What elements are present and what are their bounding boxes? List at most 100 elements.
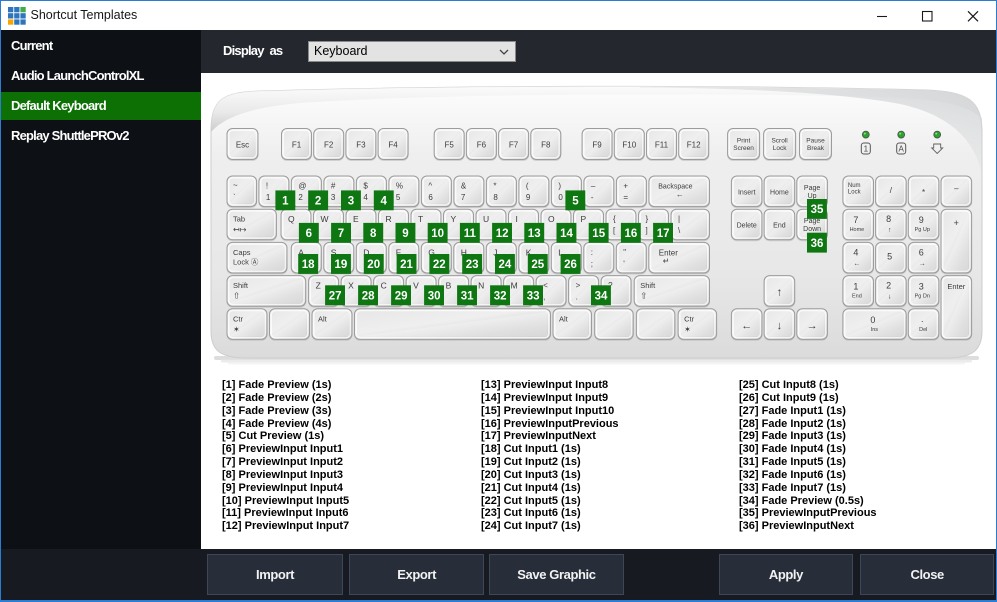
svg-text:–: – xyxy=(954,184,959,193)
svg-text:16: 16 xyxy=(625,228,638,240)
svg-text:Lock: Lock xyxy=(848,190,862,196)
svg-text:N: N xyxy=(478,281,484,291)
svg-text:+: + xyxy=(954,218,959,228)
svg-text:Down: Down xyxy=(803,226,821,233)
svg-text:↑: ↑ xyxy=(888,227,892,234)
svg-text:F7: F7 xyxy=(509,141,519,150)
svg-text:11: 11 xyxy=(464,228,477,240)
svg-text:4: 4 xyxy=(853,247,858,257)
svg-text:✶: ✶ xyxy=(684,325,691,334)
svg-text:M: M xyxy=(511,281,518,291)
svg-text:Up: Up xyxy=(808,193,817,200)
svg-text:Pg Up: Pg Up xyxy=(915,227,930,233)
svg-text:19: 19 xyxy=(335,259,348,271)
svg-text:Ctr: Ctr xyxy=(233,314,244,323)
svg-text::: : xyxy=(591,248,593,257)
svg-text:⇧: ⇧ xyxy=(640,291,647,301)
svg-text:13: 13 xyxy=(528,228,541,240)
svg-text:23: 23 xyxy=(466,259,479,271)
svg-text:B: B xyxy=(446,281,452,291)
svg-text:↤↦: ↤↦ xyxy=(233,225,247,234)
svg-text:7: 7 xyxy=(853,215,858,225)
svg-text:Num: Num xyxy=(848,183,861,189)
svg-text:F11: F11 xyxy=(655,141,669,150)
svg-text:33: 33 xyxy=(527,291,540,303)
svg-text:Pause: Pause xyxy=(806,138,825,145)
svg-text:End: End xyxy=(773,223,786,230)
svg-text:^: ^ xyxy=(428,182,432,191)
svg-text:Alt: Alt xyxy=(318,314,328,323)
svg-text:|: | xyxy=(678,215,680,224)
svg-text:Y: Y xyxy=(451,214,457,224)
svg-text:6: 6 xyxy=(428,193,433,202)
svg-text:↑: ↑ xyxy=(777,287,783,299)
svg-text:8: 8 xyxy=(886,214,891,224)
svg-text:%: % xyxy=(396,182,403,191)
svg-text:-: - xyxy=(591,193,594,202)
svg-text:0: 0 xyxy=(558,193,563,202)
svg-text:Z: Z xyxy=(316,281,321,291)
svg-text:12: 12 xyxy=(496,228,509,240)
svg-text:F6: F6 xyxy=(477,141,487,150)
svg-text:1: 1 xyxy=(266,193,271,202)
svg-text:29: 29 xyxy=(395,291,408,303)
svg-text:Del: Del xyxy=(919,327,927,333)
svg-text:Home: Home xyxy=(770,190,789,197)
svg-text:4: 4 xyxy=(380,196,387,208)
svg-text:9: 9 xyxy=(402,228,408,240)
svg-text:=: = xyxy=(623,193,628,202)
svg-text:Screen: Screen xyxy=(733,145,754,152)
svg-text:F3: F3 xyxy=(356,141,366,150)
svg-text:32: 32 xyxy=(494,291,507,303)
svg-text:<: < xyxy=(543,281,548,290)
svg-text:0: 0 xyxy=(870,315,875,325)
svg-text:Tab: Tab xyxy=(233,215,245,224)
svg-text:Break: Break xyxy=(807,145,825,152)
svg-text:A: A xyxy=(899,145,905,154)
svg-text:E: E xyxy=(353,214,359,224)
svg-text:2: 2 xyxy=(315,196,321,208)
svg-text:1: 1 xyxy=(864,145,869,154)
svg-text:;: ; xyxy=(591,259,593,268)
svg-text:Home: Home xyxy=(850,227,865,233)
svg-text:Shift: Shift xyxy=(233,281,249,290)
svg-text:→: → xyxy=(807,320,818,332)
svg-text:#: # xyxy=(331,182,336,191)
svg-text:X: X xyxy=(348,281,354,291)
svg-text:7: 7 xyxy=(338,228,344,240)
svg-text:21: 21 xyxy=(400,259,413,271)
svg-text:Delete: Delete xyxy=(737,223,757,230)
svg-text:+: + xyxy=(623,182,628,191)
svg-text:]: ] xyxy=(646,226,648,235)
svg-text:,: , xyxy=(543,293,545,302)
svg-text:F12: F12 xyxy=(687,141,701,150)
svg-text:Page: Page xyxy=(804,218,820,225)
svg-text:14: 14 xyxy=(560,228,573,240)
svg-text:T: T xyxy=(418,214,423,224)
svg-text:Page: Page xyxy=(804,185,820,192)
svg-text:←: ← xyxy=(741,320,752,332)
svg-text:>: > xyxy=(576,281,581,290)
svg-text:5: 5 xyxy=(572,196,579,208)
svg-text:$: $ xyxy=(363,182,368,191)
svg-text:8: 8 xyxy=(493,193,498,202)
svg-text:U: U xyxy=(483,214,489,224)
svg-text:Esc: Esc xyxy=(236,141,249,150)
svg-text:↓: ↓ xyxy=(888,294,892,301)
svg-text:@: @ xyxy=(298,182,306,191)
svg-text:18: 18 xyxy=(302,259,315,271)
svg-text:Insert: Insert xyxy=(738,190,756,197)
svg-text:20: 20 xyxy=(367,259,380,271)
svg-text:36: 36 xyxy=(811,238,824,250)
svg-text:}: } xyxy=(646,215,649,224)
svg-text:7: 7 xyxy=(461,193,466,202)
svg-text:Q: Q xyxy=(288,214,295,224)
svg-text:5: 5 xyxy=(396,193,401,202)
svg-text:26: 26 xyxy=(564,259,577,271)
svg-text:{: { xyxy=(613,215,616,224)
svg-text:Lock: Lock xyxy=(773,145,787,152)
svg-text:V: V xyxy=(413,281,419,291)
svg-text:25: 25 xyxy=(531,259,544,271)
svg-text:↓: ↓ xyxy=(777,320,783,332)
svg-text:O: O xyxy=(548,214,555,224)
